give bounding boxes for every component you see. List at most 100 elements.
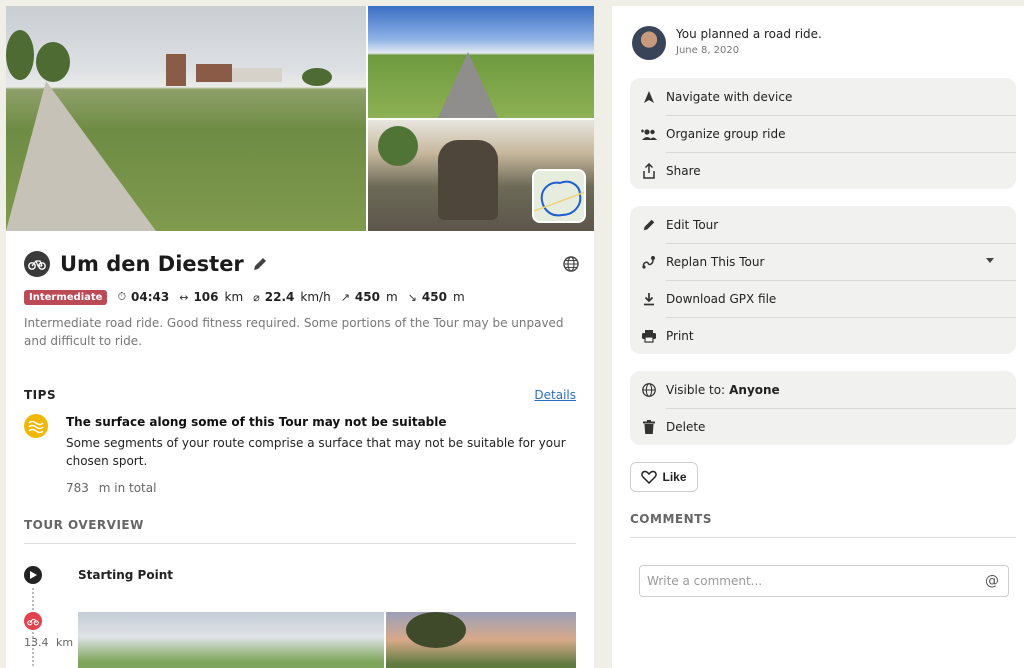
stopwatch-icon: ⏱ [117,290,127,303]
tour-photo-field-road[interactable] [368,6,594,118]
tour-panel: Um den Diester Intermediate ⏱ 04:43 ↔ 10… [6,6,594,668]
photo-tree [378,126,418,166]
duration-value: 04:43 [131,290,170,304]
group-ride-label: Organize group ride [666,126,786,141]
tip-body: Some segments of your route comprise a s… [66,436,566,468]
print-button[interactable]: Print [630,317,1016,354]
edit-tour-label: Edit Tour [666,217,719,232]
uphill-value: 450 [354,290,380,304]
tour-title-row: Um den Diester [24,249,580,279]
printer-icon [640,327,658,345]
starting-point-label: Starting Point [78,568,173,582]
edit-title-pencil-icon[interactable] [252,256,268,272]
organize-group-ride-button[interactable]: Organize group ride [630,115,1016,152]
trash-icon [640,418,658,436]
action-card-settings: Visible to: Anyone Delete [630,371,1016,445]
photo-windmill [166,54,186,86]
navigate-label: Navigate with device [666,89,793,104]
action-card-tour: Edit Tour Replan This Tour Download GPX … [630,206,1016,354]
road-bike-icon [24,251,50,277]
speed-stat: ⌀ 22.4 km/h [253,290,331,304]
photo-barn [232,68,282,82]
speed-unit: km/h [300,290,331,304]
photo-tree [302,68,332,86]
tips-details-link[interactable]: Details [534,388,576,402]
avatar[interactable] [632,26,666,60]
actions-panel: You planned a road ride. June 8, 2020 Na… [612,6,1024,668]
activity-date: June 8, 2020 [676,45,740,56]
distance-unit: km [224,290,244,304]
photo-tree [6,30,34,80]
surface-warning-icon [24,414,48,438]
divider [630,537,1016,538]
navigate-with-device-button[interactable]: Navigate with device [630,78,1016,115]
group-icon [640,125,658,143]
downhill-stat: ↘ 450 m [408,290,465,304]
uphill-unit: m [385,290,398,304]
tip-amount-unit: m in total [98,481,157,495]
share-button[interactable]: Share [630,152,1016,189]
edit-tour-button[interactable]: Edit Tour [630,206,1016,243]
mention-icon[interactable]: @ [985,573,999,589]
activity-text: You planned a road ride. [676,27,822,41]
segment-photo[interactable] [386,612,576,668]
photo-tree [36,42,70,82]
distance-icon: ↔ [179,290,189,304]
tour-title: Um den Diester [60,252,244,276]
tip-title: The surface along some of this Tour may … [66,415,447,429]
uphill-stat: ↗ 450 m [341,290,398,304]
segment-distance: 13.4 km [24,636,73,649]
chevron-down-icon[interactable] [986,258,994,263]
tour-photo-fountain[interactable] [368,120,594,231]
comment-input[interactable] [639,565,1009,597]
replan-tour-button[interactable]: Replan This Tour [630,243,1016,280]
distance-value: 106 [193,290,219,304]
segment-distance-value: 13.4 [24,636,49,649]
tip-amount-value: 783 [66,481,89,495]
tips-heading: TIPS [24,388,57,402]
photo-house [196,64,232,82]
downhill-icon: ↘ [407,290,417,304]
visibility-setting[interactable]: Visible to: Anyone [630,371,1016,408]
replan-label: Replan This Tour [666,254,765,269]
distance-stat: ↔ 106 km [179,290,243,304]
share-label: Share [666,163,701,178]
route-icon [640,253,658,271]
tour-photo-main[interactable] [6,6,366,231]
visibility-value: Anyone [729,382,780,397]
action-card-primary: Navigate with device Organize group ride… [630,78,1016,189]
visibility-prefix: Visible to: [666,382,726,397]
downhill-value: 450 [421,290,447,304]
navigation-arrow-icon [640,88,658,106]
like-label: Like [662,470,687,484]
difficulty-badge: Intermediate [24,289,108,305]
delete-button[interactable]: Delete [630,408,1016,445]
route-map-thumbnail[interactable] [532,169,586,223]
photo-tree [406,612,466,648]
photo-path [6,81,156,231]
uphill-icon: ↗ [340,290,350,304]
print-label: Print [666,328,694,343]
speed-icon: ⌀ [253,290,260,304]
comments-heading: COMMENTS [630,512,712,526]
share-icon [640,162,658,180]
road-bike-icon [24,612,42,630]
tour-stats: Intermediate ⏱ 04:43 ↔ 106 km ⌀ 22.4 km/… [24,288,475,306]
like-button[interactable]: Like [630,462,698,492]
heart-icon [641,470,658,484]
duration-stat: ⏱ 04:43 [117,290,169,304]
photo-road [438,52,498,118]
pencil-icon [640,216,658,234]
delete-label: Delete [666,419,706,434]
globe-icon[interactable] [562,255,580,273]
photo-statue [438,140,498,220]
download-gpx-button[interactable]: Download GPX file [630,280,1016,317]
speed-value: 22.4 [264,290,295,304]
play-icon [24,566,42,584]
divider [24,543,576,544]
tip-amount: 783 m in total [66,481,156,495]
download-icon [640,290,658,308]
download-label: Download GPX file [666,291,777,306]
segment-photo[interactable] [78,612,384,668]
downhill-unit: m [452,290,465,304]
